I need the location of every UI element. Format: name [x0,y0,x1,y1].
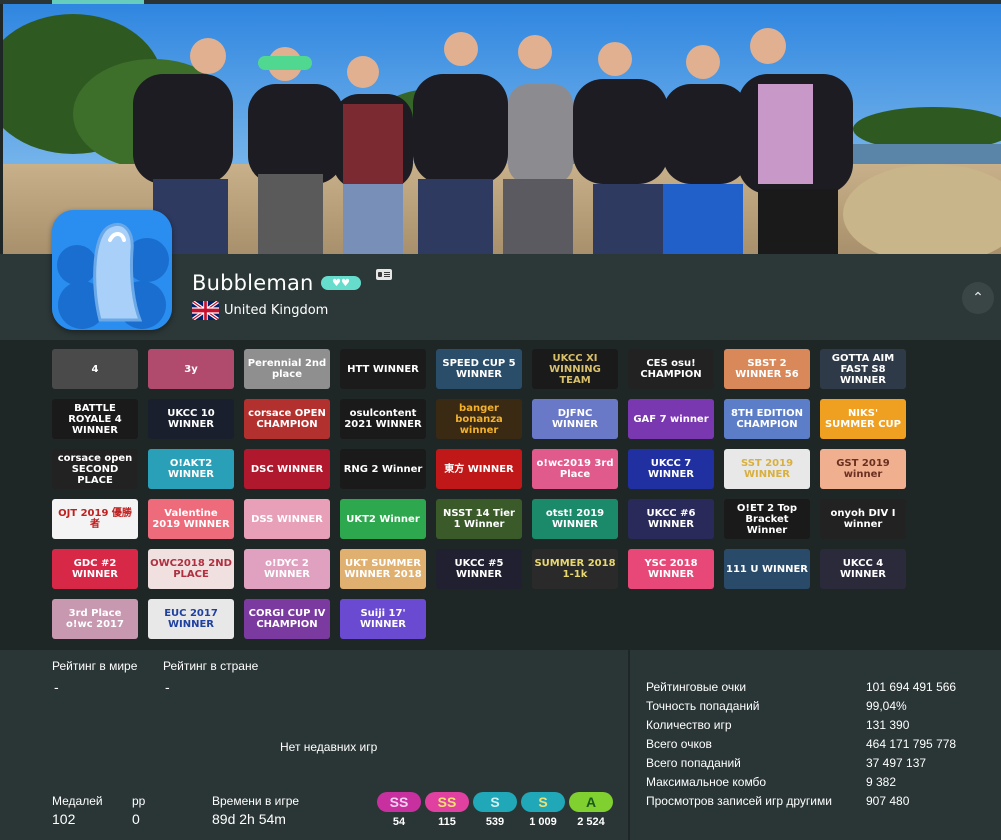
profile-badge[interactable]: 東方 WINNER [436,449,522,489]
profile-badge[interactable]: 3y [148,349,234,389]
profile-badge[interactable]: UKCC #5 WINNER [436,549,522,589]
profile-badge[interactable]: GDC #2 WINNER [52,549,138,589]
profile-badge[interactable]: SBST 2 WINNER 56 [724,349,810,389]
hearts-icon: ♥♥ [332,277,350,289]
playtime-value[interactable]: 89d 2h 54m [212,811,286,827]
profile-badge[interactable]: o!wc2019 3rd Place [532,449,618,489]
profile-badge[interactable]: Valentine 2019 WINNER [148,499,234,539]
ranked-stat-label: Всего очков [646,737,712,751]
ranked-stat-value: 131 390 [866,718,910,732]
ranked-stat-label: Количество игр [646,718,732,732]
ranked-stat-label: Максимальное комбо [646,775,767,789]
pp-label: pp [132,794,146,808]
grade-2-count: 115 [438,816,456,828]
profile-badge[interactable]: 3rd Place o!wc 2017 [52,599,138,639]
grade-1-count: 54 [392,816,406,828]
profile-badge[interactable]: CORGI CUP IV CHAMPION [244,599,330,639]
username: Bubbleman [192,271,314,295]
profile-badge[interactable]: CES osu! CHAMPION [628,349,714,389]
profile-badge[interactable]: UKT SUMMER WINNER 2018 [340,549,426,589]
profile-badge[interactable]: UKCC 7 WINNER [628,449,714,489]
grade-1-badge: SS [377,792,421,812]
global-rank-label: Рейтинг в мире [52,659,138,673]
profile-badge[interactable]: Perennial 2nd place [244,349,330,389]
medals-label: Медалей [52,794,103,808]
ranked-stat-label: Рейтинговые очки [646,680,747,694]
profile-badge[interactable]: UKCC 4 WINNER [820,549,906,589]
profile-badge[interactable]: UKT2 Winner [340,499,426,539]
profile-badge[interactable]: o!DYC 2 WINNER [244,549,330,589]
profile-badge[interactable]: O!AKT2 WINNER [148,449,234,489]
profile-badge[interactable]: onyoh DIV I winner [820,499,906,539]
ranked-stat-value: 99,04% [866,699,907,713]
profile-page: Bubbleman ♥♥ United Kingdom ⌃ 4 3y Perenni… [0,0,1001,840]
global-rank-value: - [54,679,59,695]
profile-badge[interactable]: EUC 2017 WINNER [148,599,234,639]
badges-grid: 4 3y Perennial 2nd place HTT WINNER SPEED CU… [0,340,1001,650]
no-recent-plays: Нет недавних игр [280,740,378,754]
ranked-stat-value: 464 171 795 778 [866,737,957,751]
grade-3-count: 539 [485,816,505,828]
profile-badge[interactable]: RNG 2 Winner [340,449,426,489]
ranked-stat-value: 9 382 [866,775,897,789]
profile-badge[interactable]: GAF 7 winner [628,399,714,439]
pp-value: 0 [132,811,140,827]
id-card-icon[interactable] [376,269,392,280]
grade-4-count: 1 009 [529,816,557,828]
avatar-image [52,210,172,330]
ranked-stat-label: Точность попаданий [646,699,760,713]
grade-2-badge: SS [425,792,469,812]
profile-badge[interactable]: 111 U WINNER [724,549,810,589]
profile-badge[interactable]: NIKS' SUMMER CUP [820,399,906,439]
ranked-stat-value: 37 497 137 [866,756,927,770]
profile-badge[interactable]: O!ET 2 Top Bracket Winner [724,499,810,539]
profile-badge[interactable]: HTT WINNER [340,349,426,389]
profile-badge[interactable]: NSST 14 Tier 1 Winner [436,499,522,539]
profile-badge[interactable]: BATTLE ROYALE 4 WINNER [52,399,138,439]
profile-badge[interactable]: corsace open SECOND PLACE [52,449,138,489]
grade-3-badge: S [473,792,517,812]
profile-badge[interactable]: otst! 2019 WINNER [532,499,618,539]
profile-badge[interactable]: SUMMER 2018 1-1k [532,549,618,589]
profile-badge[interactable]: DJFNC WINNER [532,399,618,439]
profile-badge[interactable]: corsace OPEN CHAMPION [244,399,330,439]
collapse-button[interactable]: ⌃ [962,282,994,314]
medals-value: 102 [52,811,76,827]
country-rank-value: - [165,679,170,695]
country-rank-label: Рейтинг в стране [163,659,259,673]
profile-badge[interactable]: UKCC XI WINNING TEAM [532,349,618,389]
profile-badge[interactable]: 4 [52,349,138,389]
avatar[interactable] [52,210,172,330]
chevron-up-icon: ⌃ [972,290,984,306]
profile-badge[interactable]: banger bonanza winner [436,399,522,439]
profile-badge[interactable]: OJT 2019 優勝者 [52,499,138,539]
grade-4-badge: S [521,792,565,812]
profile-badge[interactable]: SST 2019 WINNER [724,449,810,489]
profile-badge[interactable]: YSC 2018 WINNER [628,549,714,589]
ranked-stat-value: 101 694 491 566 [866,680,957,694]
grade-5-badge: A [569,792,613,812]
country-name[interactable]: United Kingdom [224,303,328,318]
supporter-badge[interactable]: ♥♥ [321,276,361,290]
profile-badge[interactable]: osulcontent 2021 WINNER [340,399,426,439]
profile-badge[interactable]: UKCC 10 WINNER [148,399,234,439]
profile-badge[interactable]: DSC WINNER [244,449,330,489]
ranked-stat-value: 907 480 [866,794,910,808]
playtime-label: Времени в игре [212,794,300,808]
profile-badge[interactable]: GST 2019 winner [820,449,906,489]
profile-badge[interactable]: OWC2018 2ND PLACE [148,549,234,589]
profile-badge[interactable]: DSS WINNER [244,499,330,539]
ranked-stat-label: Просмотров записей игр другими [646,794,832,808]
profile-badge[interactable]: 8TH EDITION CHAMPION [724,399,810,439]
uk-flag-icon [192,301,219,320]
ranked-stat-label: Всего попаданий [646,756,741,770]
profile-badge[interactable]: UKCC #6 WINNER [628,499,714,539]
profile-badge[interactable]: GOTTA AIM FAST S8 WINNER [820,349,906,389]
profile-badge[interactable]: SPEED CUP 5 WINNER [436,349,522,389]
grade-5-count: 2 524 [577,816,605,828]
profile-badge[interactable]: Suiji 17' WINNER [340,599,426,639]
